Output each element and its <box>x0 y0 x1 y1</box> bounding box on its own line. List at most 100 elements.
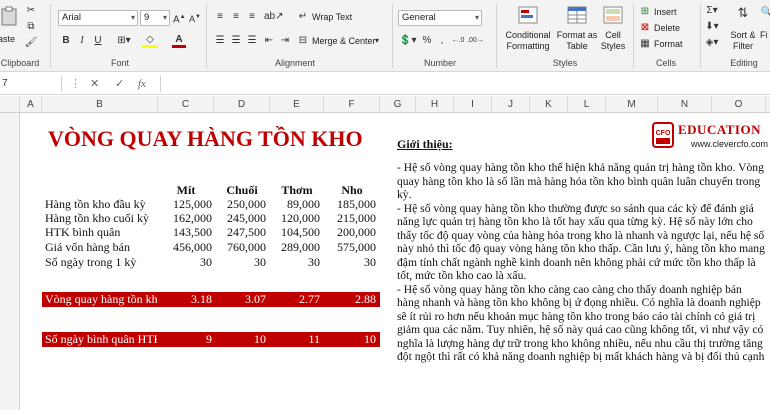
sheet-title: VÒNG QUAY HÀNG TỒN KHO <box>48 126 363 151</box>
row-label-opening-inventory: Hàng tồn kho đầu kỳ <box>45 197 146 211</box>
copy-icon[interactable]: ⧉ <box>24 20 38 34</box>
increase-font-icon[interactable]: A▲ <box>173 10 186 27</box>
wrap-text-button[interactable]: ↵ Wrap Text <box>296 9 366 25</box>
clear-icon[interactable]: ◈▾ <box>705 36 719 50</box>
font-size-combo[interactable]: 9 ▾ <box>140 10 170 26</box>
borders-icon[interactable]: ⊞▾ <box>116 34 132 48</box>
column-header-l[interactable]: L <box>568 96 606 113</box>
increase-decimal-icon[interactable]: ←.0 <box>451 34 465 48</box>
cell-styles-icon <box>603 6 623 24</box>
font-color-icon[interactable]: A <box>172 34 186 48</box>
cell-value: 162,000 <box>173 211 212 225</box>
column-header-g[interactable]: G <box>380 96 416 113</box>
column-header-a[interactable]: A <box>20 96 42 113</box>
paste-label: aste <box>0 34 16 44</box>
name-box[interactable]: 7 <box>0 76 62 92</box>
insert-icon: ⊞ <box>640 6 650 17</box>
cell-value: 104,500 <box>281 225 320 239</box>
chevron-down-icon: ▾ <box>162 13 167 22</box>
wrap-text-icon: ↵ <box>298 11 308 22</box>
cell-value: 245,000 <box>227 211 266 225</box>
cell-value: 30 <box>254 255 266 269</box>
row-headers[interactable] <box>0 113 20 410</box>
column-header-n[interactable]: N <box>658 96 712 113</box>
cell-value: 3.18 <box>191 292 212 306</box>
insert-function-icon[interactable]: fx <box>138 76 146 92</box>
fill-color-icon[interactable]: ◇ <box>142 34 158 48</box>
wrap-text-label: Wrap Text <box>312 12 353 22</box>
comma-style-icon[interactable]: , <box>437 34 447 48</box>
sort-filter-button[interactable]: ⇅ Sort & Filter <box>728 4 758 54</box>
align-bottom-icon[interactable]: ≡ <box>245 10 259 24</box>
column-header-e[interactable]: E <box>270 96 324 113</box>
font-name-combo[interactable]: Arial ▾ <box>58 10 138 26</box>
column-header-i[interactable]: I <box>454 96 492 113</box>
format-button[interactable]: ▦ Format <box>638 37 698 51</box>
align-right-icon[interactable]: ☰ <box>245 34 259 48</box>
cell-value: 760,000 <box>227 240 266 254</box>
delete-label: Delete <box>654 23 681 33</box>
enter-icon[interactable]: ✓ <box>115 76 124 92</box>
column-header-d[interactable]: D <box>214 96 270 113</box>
number-format-combo[interactable]: General ▾ <box>398 10 482 26</box>
cell-styles-button[interactable]: Cell Styles <box>598 4 628 54</box>
insert-button[interactable]: ⊞ Insert <box>638 5 698 19</box>
format-icon: ▦ <box>640 38 650 49</box>
worksheet[interactable]: VÒNG QUAY HÀNG TỒN KHO Mít Chuối Thơm Nh… <box>0 113 770 410</box>
column-header-c[interactable]: C <box>158 96 214 113</box>
column-header-h[interactable]: H <box>416 96 454 113</box>
align-left-icon[interactable]: ☰ <box>213 34 227 48</box>
decrease-indent-icon[interactable]: ⇤ <box>262 34 276 48</box>
format-painter-icon[interactable]: 🖌 <box>24 36 38 50</box>
row-label-average-days: Số ngày bình quân HTK <box>45 332 157 346</box>
italic-icon[interactable]: I <box>76 34 88 48</box>
cell-value: 30 <box>308 255 320 269</box>
autosum-icon[interactable]: Σ▾ <box>705 4 719 18</box>
find-select-button[interactable]: 🔍 Fi <box>760 4 770 54</box>
column-header-m[interactable]: M <box>606 96 658 113</box>
chevron-down-icon: ▾ <box>130 13 135 22</box>
conditional-formatting-button[interactable]: Conditional Formatting <box>500 4 556 54</box>
percent-style-icon[interactable]: % <box>421 34 433 48</box>
number-group-label: Number <box>423 58 456 68</box>
decrease-decimal-icon[interactable]: .00→ <box>467 34 484 48</box>
cell-value: 289,000 <box>281 240 320 254</box>
column-header-f[interactable]: F <box>324 96 380 113</box>
format-label: Format <box>654 39 683 49</box>
intro-paragraph: - Hệ số vòng quay hàng tồn kho càng cao … <box>397 282 765 364</box>
column-header-k[interactable]: K <box>530 96 568 113</box>
accounting-format-icon[interactable]: 💲▾ <box>399 34 416 48</box>
cell-value: 247,500 <box>227 225 266 239</box>
format-as-table-button[interactable]: Format as Table <box>556 4 598 54</box>
cancel-icon[interactable]: ✕ <box>90 76 99 92</box>
increase-indent-icon[interactable]: ⇥ <box>278 34 292 48</box>
paste-icon <box>1 6 17 26</box>
fill-icon[interactable]: ⬇▾ <box>705 20 719 34</box>
bold-icon[interactable]: B <box>60 34 72 48</box>
column-header-b[interactable]: B <box>42 96 158 113</box>
cell-value: 10 <box>254 332 266 346</box>
align-middle-icon[interactable]: ≡ <box>229 10 243 24</box>
underline-icon[interactable]: U <box>92 34 104 48</box>
column-header-o[interactable]: O <box>712 96 766 113</box>
merge-center-button[interactable]: ⊟ Merge & Center ▾ <box>296 33 386 49</box>
cell-value: 456,000 <box>173 240 212 254</box>
align-center-icon[interactable]: ☰ <box>229 34 243 48</box>
intro-title: Giới thiệu: <box>397 137 453 151</box>
font-name-value: Arial <box>62 12 82 23</box>
delete-button[interactable]: ⊠ Delete <box>638 21 698 35</box>
column-header-j[interactable]: J <box>492 96 530 113</box>
logo-url: www.clevercfo.com <box>691 139 769 149</box>
intro-paragraph: - Hệ số vòng quay hàng tồn kho thể hiện … <box>397 161 764 201</box>
name-box-value: 7 <box>2 78 8 89</box>
decrease-font-icon[interactable]: A▼ <box>189 10 201 26</box>
paste-button[interactable]: aste <box>0 4 22 52</box>
cut-icon[interactable]: ✂ <box>24 4 38 18</box>
column-headers: A B C D E F G H I J K L M N O <box>0 96 770 113</box>
cell-value: 125,000 <box>173 197 212 211</box>
align-top-icon[interactable]: ≡ <box>213 10 227 24</box>
orientation-icon[interactable]: ab↗ <box>264 10 284 24</box>
select-all-corner[interactable] <box>0 96 20 113</box>
formula-input[interactable] <box>160 76 770 92</box>
header-nho: Nho <box>341 183 363 197</box>
